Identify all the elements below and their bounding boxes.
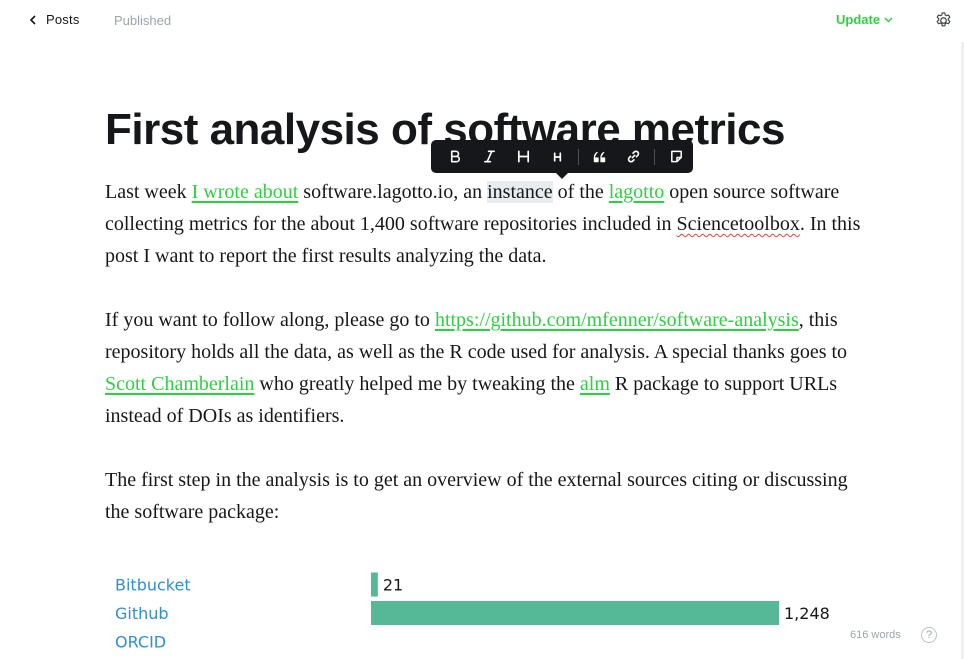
misspelled-word: Sciencetoolbox bbox=[676, 213, 800, 235]
link-lagotto[interactable]: lagotto bbox=[609, 181, 665, 203]
editor-header: Posts Published Update bbox=[0, 0, 964, 42]
bar bbox=[371, 601, 779, 625]
heading-small-icon bbox=[553, 152, 561, 162]
chevron-down-icon bbox=[884, 16, 893, 23]
bold-button[interactable] bbox=[439, 140, 473, 173]
word-count: 616 words bbox=[850, 629, 901, 641]
text-run: If you want to follow along, please go t… bbox=[105, 309, 435, 331]
toolbar-divider bbox=[577, 148, 579, 165]
toolbar-divider bbox=[654, 148, 656, 165]
quote-icon bbox=[594, 151, 606, 163]
paragraph-2[interactable]: If you want to follow along, please go t… bbox=[105, 304, 865, 432]
update-button[interactable]: Update bbox=[836, 12, 893, 27]
link-i-wrote-about[interactable]: I wrote about bbox=[192, 181, 299, 203]
category-label: Github bbox=[115, 604, 169, 623]
bold-icon bbox=[451, 150, 461, 163]
back-to-posts-link[interactable]: Posts bbox=[29, 12, 80, 27]
gear-icon[interactable] bbox=[934, 11, 953, 30]
text-run: Last week bbox=[105, 181, 192, 203]
bar bbox=[371, 572, 378, 597]
link-alm[interactable]: alm bbox=[580, 373, 610, 395]
chevron-left-icon bbox=[29, 14, 36, 25]
link-icon bbox=[627, 150, 640, 163]
paragraph-3[interactable]: The first step in the analysis is to get… bbox=[105, 464, 865, 528]
text-run: of the bbox=[552, 181, 609, 203]
heading-large-button[interactable] bbox=[506, 140, 540, 173]
category-label: ORCID bbox=[115, 633, 166, 652]
post-body[interactable]: Last week I wrote about software.lagotto… bbox=[105, 176, 865, 560]
paragraph-1[interactable]: Last week I wrote about software.lagotto… bbox=[105, 176, 865, 272]
italic-button[interactable] bbox=[473, 140, 507, 173]
link-github-software-analysis[interactable]: https://github.com/mfenner/software-anal… bbox=[435, 309, 799, 331]
help-icon: ? bbox=[925, 629, 933, 641]
heading-small-button[interactable] bbox=[540, 140, 574, 173]
update-label: Update bbox=[836, 12, 881, 27]
quote-button[interactable] bbox=[583, 140, 617, 173]
heading-icon bbox=[517, 150, 529, 163]
help-button[interactable]: ? bbox=[921, 627, 937, 643]
link-button[interactable] bbox=[617, 140, 651, 173]
post-status: Published bbox=[114, 13, 172, 28]
text-run: who greatly helped me by tweaking the bbox=[254, 373, 580, 395]
category-label: Bitbucket bbox=[115, 576, 191, 595]
snippet-button[interactable] bbox=[659, 140, 693, 173]
selected-word: instance bbox=[487, 181, 553, 203]
formatting-toolbar bbox=[431, 140, 693, 179]
link-scott-chamberlain[interactable]: Scott Chamberlain bbox=[105, 373, 254, 395]
sources-bar-chart: Bitbucket 21 Github 1,248 ORCID bbox=[115, 572, 830, 652]
back-label: Posts bbox=[46, 12, 80, 27]
value-label: 1,248 bbox=[784, 604, 830, 623]
text-run: software.lagotto.io, an bbox=[298, 181, 488, 203]
snippet-icon bbox=[670, 150, 682, 163]
italic-icon bbox=[484, 150, 496, 163]
value-label: 21 bbox=[383, 576, 403, 595]
